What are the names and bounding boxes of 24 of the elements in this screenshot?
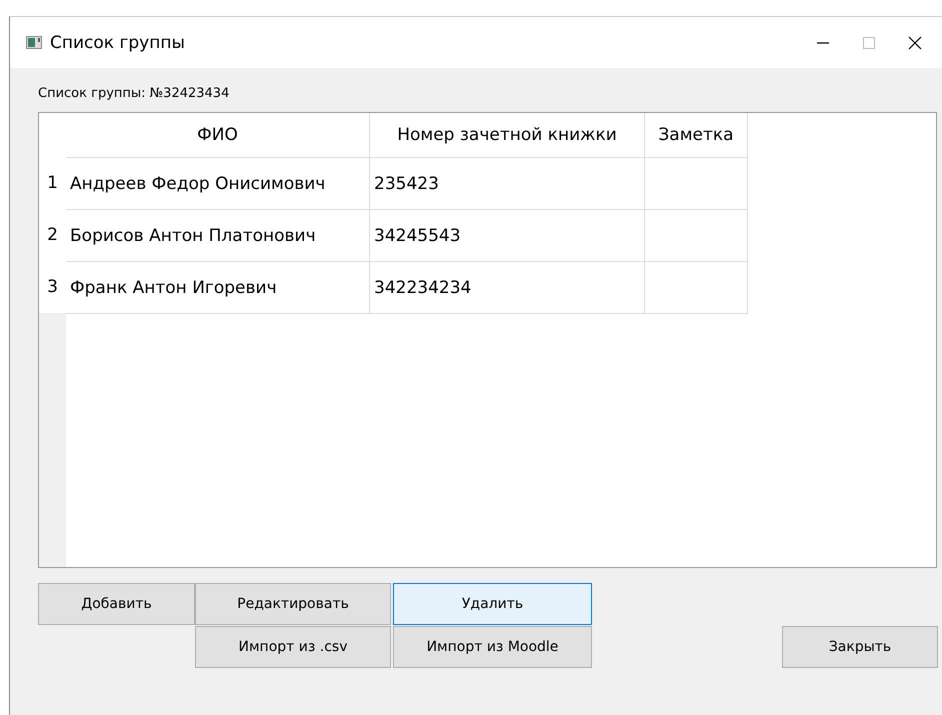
table-cell[interactable]: Франк Антон Игоревич (66, 262, 370, 314)
table-cell[interactable]: 34245543 (370, 210, 644, 262)
table-cell[interactable] (644, 210, 748, 262)
button[interactable]: Редактировать (195, 583, 391, 625)
button[interactable]: Импорт из Moodle (393, 626, 592, 668)
window-title: Список группы (50, 32, 186, 52)
table-cell[interactable]: 342234234 (370, 262, 644, 314)
column-header[interactable]: Заметка (644, 113, 748, 158)
row-number: 1 (39, 157, 66, 209)
table-cell[interactable]: 235423 (370, 158, 644, 210)
column-header[interactable]: ФИО (66, 113, 370, 158)
column-header[interactable]: Номер зачетной книжки (370, 113, 644, 158)
app-icon (26, 36, 42, 49)
table-cell[interactable] (644, 262, 748, 314)
table-cell[interactable]: Андреев Федор Онисимович (66, 158, 370, 210)
button[interactable]: Удалить (393, 583, 592, 625)
table-cell[interactable] (644, 158, 748, 210)
button[interactable]: Импорт из .csv (195, 626, 391, 668)
button[interactable]: Добавить (38, 583, 195, 625)
table-cell[interactable]: Борисов Антон Платонович (66, 210, 370, 262)
row-number: 3 (39, 261, 66, 313)
group-label: Список группы: №32423434 (38, 86, 230, 103)
row-number: 2 (39, 209, 66, 261)
button[interactable]: Закрыть (782, 626, 938, 668)
